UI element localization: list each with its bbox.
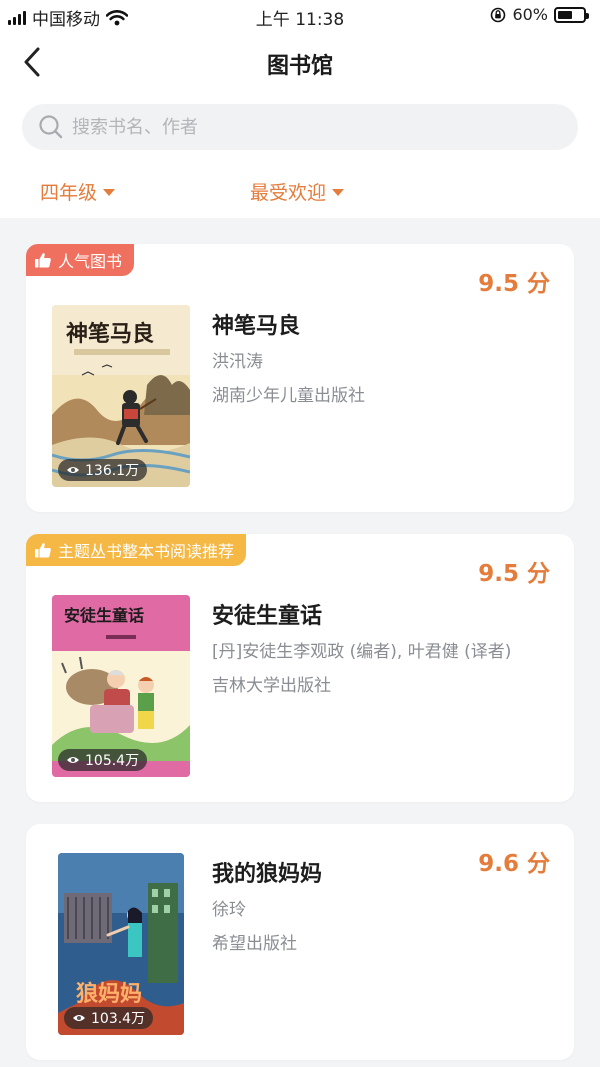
eye-icon xyxy=(67,757,79,763)
book-card[interactable]: 9.6 分 狼妈妈 103.4万 我的狼妈妈 徐玲 希望出版社 xyxy=(26,824,574,1060)
view-count-label: 103.4万 xyxy=(91,1011,146,1027)
search-bar[interactable] xyxy=(22,104,578,150)
book-author: 洪汛涛 xyxy=(212,352,263,372)
cover-title: 神笔马良 xyxy=(66,321,154,347)
status-bar: 中国移动 上午 11:38 60% xyxy=(0,0,600,32)
sort-filter[interactable]: 最受欢迎 xyxy=(250,178,345,205)
book-score: 9.5 分 xyxy=(478,561,550,587)
book-cover[interactable]: 安徒生童话 105.4万 xyxy=(52,595,190,777)
status-right: 60% xyxy=(490,5,589,24)
caret-down-icon xyxy=(103,189,116,196)
book-card[interactable]: 主题丛书整本书阅读推荐 9.5 分 安徒生童话 105.4万 安徒生童话 [丹]… xyxy=(26,534,574,802)
cover-title: 安徒生童话 xyxy=(64,606,144,625)
nav-bar: 图书馆 xyxy=(0,38,600,86)
grade-filter[interactable]: 四年级 xyxy=(40,178,116,205)
book-title[interactable]: 安徒生童话 xyxy=(212,598,322,630)
battery-icon xyxy=(554,6,589,23)
view-count: 105.4万 xyxy=(58,749,148,771)
badge-label: 主题丛书整本书阅读推荐 xyxy=(58,542,235,561)
book-author: [丹]安徒生李观政 (编者), 叶君健 (译者) xyxy=(212,642,512,662)
battery-percent: 60% xyxy=(512,5,548,24)
rotation-lock-icon xyxy=(491,7,506,22)
book-publisher: 希望出版社 xyxy=(212,934,297,954)
thumbs-up-icon xyxy=(35,543,51,558)
badge-label: 人气图书 xyxy=(58,252,123,271)
book-publisher: 吉林大学出版社 xyxy=(212,676,331,696)
book-cover[interactable]: 神笔马良 136.1万 xyxy=(52,305,190,487)
popular-badge: 人气图书 xyxy=(26,244,135,276)
sort-filter-label: 最受欢迎 xyxy=(250,182,327,204)
eye-icon xyxy=(73,1015,85,1021)
book-score: 9.6 分 xyxy=(478,851,550,877)
book-card[interactable]: 人气图书 9.5 分 神笔马良 136.1万 神笔马良 洪汛涛 湖南少年儿童出版… xyxy=(26,244,574,512)
book-publisher: 湖南少年儿童出版社 xyxy=(212,386,365,406)
view-count-label: 136.1万 xyxy=(85,463,140,479)
caret-down-icon xyxy=(332,189,345,196)
page-title: 图书馆 xyxy=(266,54,333,79)
book-title[interactable]: 我的狼妈妈 xyxy=(212,856,322,888)
book-author: 徐玲 xyxy=(212,900,246,920)
recommend-badge: 主题丛书整本书阅读推荐 xyxy=(26,534,247,566)
view-count-label: 105.4万 xyxy=(85,753,140,769)
book-title[interactable]: 神笔马良 xyxy=(212,308,300,340)
book-score: 9.5 分 xyxy=(478,271,550,297)
view-count: 136.1万 xyxy=(58,459,148,481)
grade-filter-label: 四年级 xyxy=(40,182,98,204)
search-icon xyxy=(39,115,63,139)
cover-title: 狼妈妈 xyxy=(76,981,142,1007)
view-count: 103.4万 xyxy=(64,1007,154,1029)
thumbs-up-icon xyxy=(35,253,51,268)
eye-icon xyxy=(67,467,79,473)
search-input[interactable] xyxy=(72,116,552,138)
book-cover[interactable]: 狼妈妈 103.4万 xyxy=(58,853,184,1035)
